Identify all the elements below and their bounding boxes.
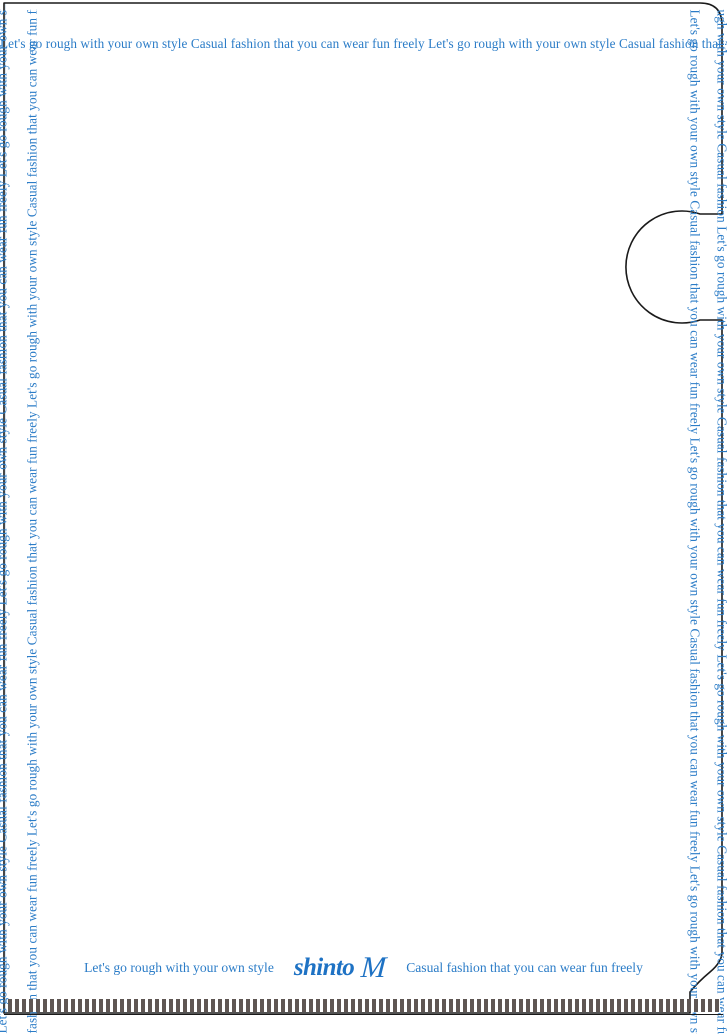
footer-tagline-left: Let's go rough with your own style	[84, 960, 274, 976]
brand-m-mark-icon: M	[360, 953, 387, 983]
bottom-seam-strip	[8, 999, 720, 1012]
slogan-band-top: Let's go rough with your own style Casua…	[0, 34, 727, 53]
footer-brand-row: Let's go rough with your own style shint…	[0, 953, 727, 983]
slogan-band-left-inner: Let's go rough with your own style Casua…	[0, 10, 12, 1034]
footer-tagline-right: Casual fashion that you can wear fun fre…	[406, 960, 643, 976]
bottom-edge-line	[4, 1014, 723, 1015]
slogan-band-right-inner: ugh with your own style Casual fashion L…	[713, 10, 727, 1034]
brand-wordmark: shinto	[294, 954, 354, 982]
slogan-band-left-outer: fashion that you can wear fun freely Let…	[23, 10, 42, 1034]
clear-file-folder-body	[4, 3, 723, 1015]
slogan-band-right-outer: Let's go rough with your own style Casua…	[686, 10, 705, 1034]
brand-logo: shinto M	[294, 953, 386, 983]
